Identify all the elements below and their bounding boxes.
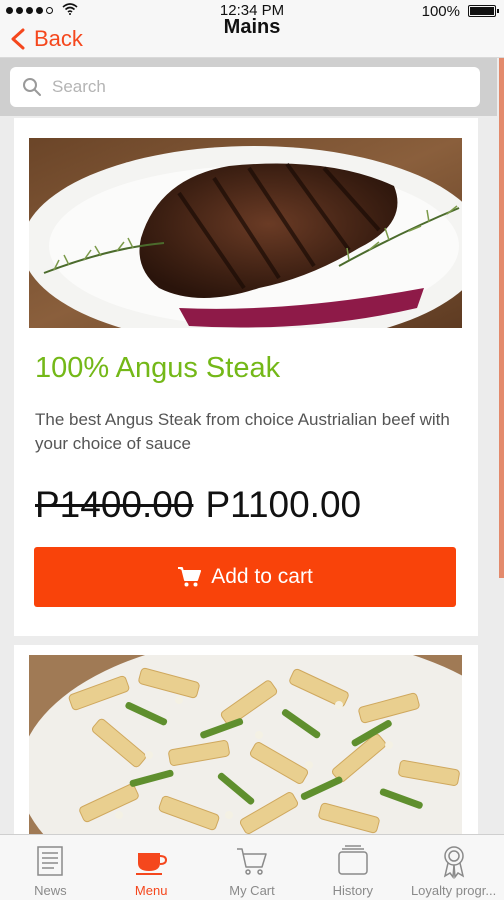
add-to-cart-button[interactable]: Add to cart [34, 547, 456, 607]
item-name: 100% Angus Steak [35, 352, 281, 384]
old-price: P1400.00 [35, 484, 194, 525]
tab-label: Menu [134, 883, 168, 898]
search-field[interactable] [10, 67, 480, 107]
cup-icon [136, 853, 168, 875]
search-input[interactable] [52, 77, 452, 97]
add-to-cart-label: Add to cart [211, 565, 313, 588]
search-icon [23, 78, 41, 96]
current-price: P1100.00 [205, 484, 362, 525]
tab-loyalty[interactable]: Loyalty progr... [403, 835, 504, 900]
tab-label: Loyalty progr... [410, 883, 497, 898]
item-description: The best Angus Steak from choice Austria… [35, 410, 450, 453]
cart-icon [178, 567, 202, 587]
award-icon [443, 846, 464, 879]
tab-news[interactable]: News [0, 835, 101, 900]
tab-history[interactable]: History [302, 835, 403, 900]
history-icon [338, 845, 368, 875]
nav-bar: Back Mains [0, 16, 504, 58]
search-bar [0, 58, 497, 116]
price-row: P1400.00 P1100.00 [35, 484, 361, 526]
menu-item-card: 100% Angus Steak The best Angus Steak fr… [14, 118, 478, 636]
page-title: Mains [223, 16, 281, 38]
scrollbar[interactable] [499, 58, 504, 578]
steak-photo [29, 138, 462, 328]
menu-item-card [14, 645, 478, 845]
tab-my-cart[interactable]: My Cart [202, 835, 303, 900]
tab-label: My Cart [229, 883, 275, 898]
tab-menu[interactable]: Menu [101, 835, 202, 900]
tab-label: News [34, 883, 67, 898]
pasta-photo [29, 655, 462, 845]
cart-icon [236, 848, 267, 875]
tab-label: History [332, 883, 374, 898]
tab-bar: News Menu My Cart History Loyalty progr.… [0, 834, 504, 900]
newspaper-icon [37, 846, 64, 876]
